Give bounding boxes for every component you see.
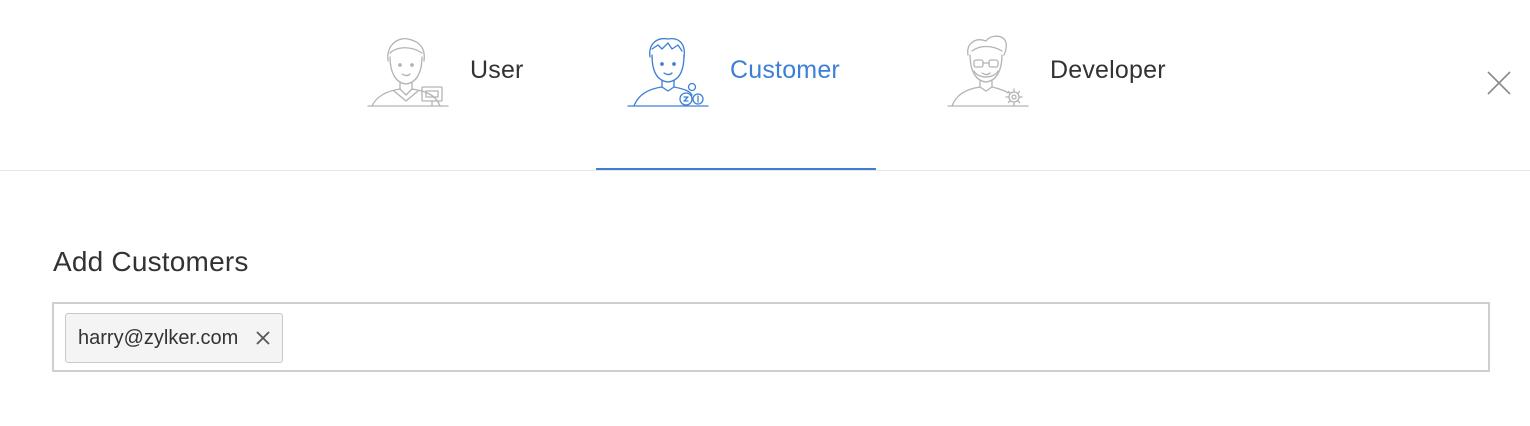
tab-label-user: User [470, 55, 524, 84]
email-tag-text: harry@zylker.com [78, 326, 239, 349]
tab-label-customer: Customer [730, 55, 840, 84]
close-icon[interactable] [254, 329, 272, 347]
email-input[interactable] [316, 318, 1470, 360]
close-button[interactable] [1486, 70, 1512, 96]
section-title: Add Customers [53, 246, 249, 277]
invite-dialog: User Customer Developer Add Customers ha… [0, 0, 1530, 426]
email-tag: harry@zylker.com [65, 313, 284, 363]
tab-user[interactable]: User [366, 30, 524, 110]
customer-avatar-icon [627, 37, 709, 107]
customer-email-tag-input[interactable]: harry@zylker.com [52, 302, 1490, 372]
developer-avatar-icon [947, 35, 1029, 107]
tab-customer[interactable]: Customer [626, 30, 840, 110]
close-icon [1487, 71, 1511, 95]
role-tabs: User Customer Developer [0, 0, 1530, 171]
active-tab-indicator [596, 168, 876, 170]
tab-label-developer: Developer [1050, 55, 1166, 84]
user-avatar-icon [367, 37, 449, 107]
tab-developer[interactable]: Developer [946, 30, 1166, 110]
